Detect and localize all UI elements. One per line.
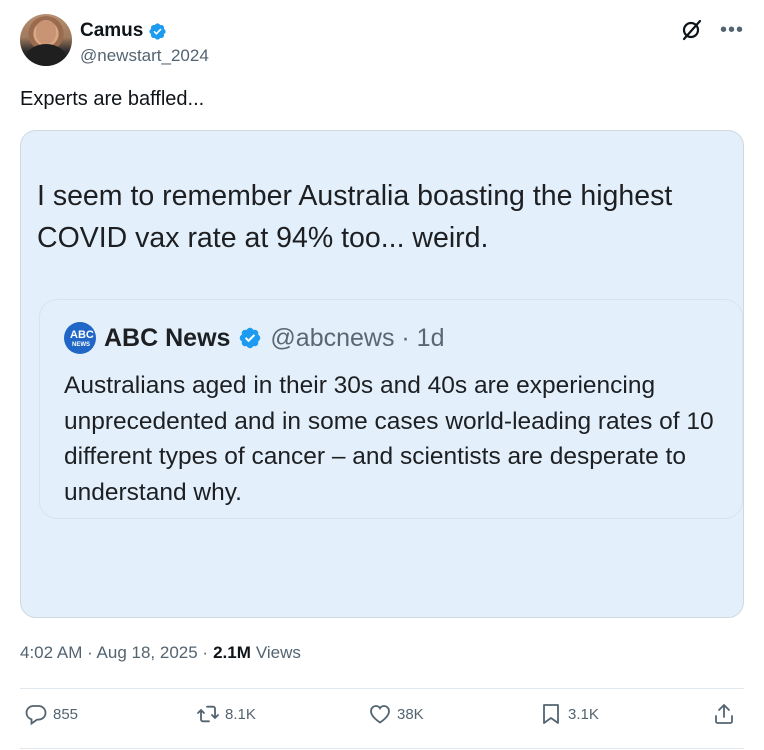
- grok-icon[interactable]: [680, 18, 704, 42]
- divider: [20, 688, 744, 689]
- reply-icon: [25, 705, 47, 726]
- action-bar: 855 8.1K 38K 3.1K: [20, 702, 744, 734]
- like-icon: [370, 705, 390, 724]
- reply-count: 855: [53, 705, 79, 723]
- tweet-header: Camus @newstart_2024 •••: [20, 14, 744, 70]
- media-text: I seem to remember Australia boasting th…: [37, 180, 673, 254]
- like-button[interactable]: 38K: [368, 702, 424, 726]
- author-handle[interactable]: @newstart_2024: [80, 46, 209, 66]
- repost-button[interactable]: 8.1K: [196, 702, 256, 726]
- repost-icon: [197, 705, 219, 723]
- views-label: Views: [255, 643, 301, 662]
- verified-badge-icon: [240, 327, 261, 349]
- quoted-post-header: ABC NEWS ABC News @abcnews · 1d: [64, 322, 445, 354]
- share-icon: [715, 704, 733, 724]
- top-actions: •••: [680, 18, 744, 42]
- like-count: 38K: [397, 705, 424, 723]
- abc-news-logo: ABC NEWS: [64, 322, 96, 354]
- timestamp[interactable]: 4:02 AM · Aug 18, 2025 ·: [20, 643, 208, 663]
- reply-button[interactable]: 855: [24, 702, 78, 726]
- quoted-post-text: Australians aged in their 30s and 40s ar…: [64, 372, 714, 506]
- quoted-post: ABC NEWS ABC News @abcnews · 1d Australi…: [39, 299, 743, 519]
- views-count: 2.1M: [213, 643, 251, 662]
- repost-count: 8.1K: [225, 705, 256, 723]
- more-icon[interactable]: •••: [720, 20, 744, 40]
- verified-badge-icon: [149, 22, 166, 40]
- tweet-media-image[interactable]: I seem to remember Australia boasting th…: [20, 130, 744, 618]
- quoted-author-handle: @abcnews · 1d: [270, 323, 445, 352]
- author-name[interactable]: Camus: [80, 20, 143, 42]
- divider: [20, 748, 744, 749]
- author-name-row: Camus: [80, 20, 167, 42]
- tweet-meta: 4:02 AM · Aug 18, 2025 · 2.1M Views: [20, 643, 301, 663]
- bookmark-button[interactable]: 3.1K: [539, 702, 599, 726]
- share-button[interactable]: [712, 702, 736, 726]
- avatar[interactable]: [20, 14, 72, 66]
- tweet-text: Experts are baffled...: [20, 88, 205, 110]
- bookmark-count: 3.1K: [568, 705, 599, 723]
- quoted-author-name: ABC News: [104, 323, 231, 352]
- bookmark-icon: [543, 704, 559, 724]
